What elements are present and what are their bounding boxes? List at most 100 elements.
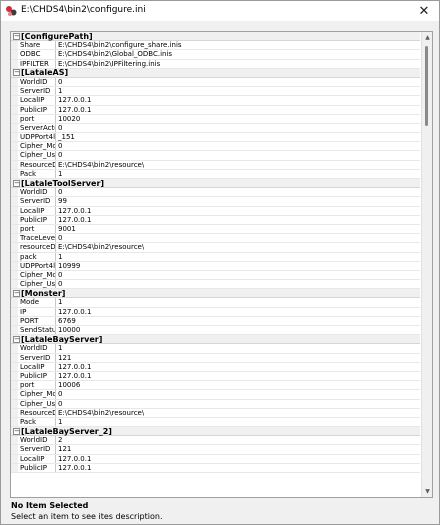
property-row[interactable]: Cipher_Us 0 (11, 280, 420, 290)
collapse-icon[interactable]: − (13, 335, 20, 343)
property-value[interactable]: 0 (56, 188, 62, 196)
property-row[interactable]: port 10006 (11, 381, 420, 391)
property-row[interactable]: IP 127.0.0.1 (11, 307, 420, 317)
property-name[interactable]: ResourceD (18, 160, 56, 169)
property-value[interactable]: 0 (56, 124, 62, 132)
collapse-icon[interactable]: − (13, 179, 20, 187)
property-row[interactable]: Cipher_Mc 0 (11, 270, 420, 281)
property-name[interactable]: ServerActc (18, 123, 56, 133)
property-value[interactable]: 6769 (56, 317, 76, 325)
category-row[interactable]: − [LataleBayServer] (11, 335, 420, 345)
property-name[interactable]: Cipher_Us (18, 280, 56, 289)
property-value[interactable]: 9001 (56, 225, 76, 233)
property-value[interactable]: 0 (56, 280, 62, 288)
property-name[interactable]: Cipher_Mc (18, 142, 56, 151)
property-name[interactable]: Pack (18, 417, 56, 427)
property-row[interactable]: IPFILTER E:\CHDS4\bin2\IPFiltering.inis (11, 59, 420, 69)
property-row[interactable]: ResourceD E:\CHDS4\bin2\resource\ (11, 408, 420, 418)
property-name[interactable]: IPFILTER (18, 59, 56, 68)
property-name[interactable]: IP (18, 307, 56, 316)
collapse-icon[interactable]: − (13, 69, 20, 77)
property-name[interactable]: PublicIP (18, 463, 56, 472)
property-value[interactable]: 0 (56, 271, 62, 279)
property-name[interactable]: LocalIP (18, 206, 56, 215)
property-row[interactable]: LocalIP 127.0.0.1 (11, 454, 420, 464)
property-name[interactable]: Cipher_Mc (18, 270, 56, 280)
property-row[interactable]: PublicIP 127.0.0.1 (11, 105, 420, 115)
property-name[interactable]: ResourceD (18, 408, 56, 417)
property-name[interactable]: Share (18, 41, 56, 50)
property-value[interactable]: E:\CHDS4\bin2\resource\ (56, 243, 144, 251)
property-row[interactable]: PublicIP 127.0.0.1 (11, 463, 420, 473)
property-value[interactable]: E:\CHDS4\bin2\Global_ODBC.inis (56, 50, 172, 58)
property-row[interactable]: ODBC E:\CHDS4\bin2\Global_ODBC.inis (11, 50, 420, 60)
property-name[interactable]: WorldID (18, 436, 56, 445)
property-value[interactable]: 0 (56, 142, 62, 150)
property-name[interactable]: UDPPort4l (18, 261, 56, 270)
property-name[interactable]: PublicIP (18, 371, 56, 381)
property-value[interactable]: 2 (56, 436, 62, 444)
property-name[interactable]: PORT (18, 316, 56, 325)
property-value[interactable]: 1 (56, 344, 62, 352)
property-row[interactable]: Cipher_Us 0 (11, 399, 420, 409)
property-value[interactable]: E:\CHDS4\bin2\resource\ (56, 409, 144, 417)
property-name[interactable]: resourceD (18, 243, 56, 252)
collapse-icon[interactable]: − (13, 32, 20, 40)
property-name[interactable]: WorldID (18, 344, 56, 353)
property-value[interactable]: 1 (56, 418, 62, 426)
property-name[interactable]: WorldID (18, 77, 56, 87)
property-value[interactable]: 127.0.0.1 (56, 96, 91, 104)
title-bar[interactable]: E:\CHDS4\bin2\configure.ini ✕ (1, 1, 439, 21)
property-name[interactable]: ServerID (18, 445, 56, 454)
property-row[interactable]: resourceD E:\CHDS4\bin2\resource\ (11, 243, 420, 253)
property-row[interactable]: WorldID 0 (11, 188, 420, 198)
property-value[interactable]: 127.0.0.1 (56, 308, 91, 316)
property-name[interactable]: UDPPort4l (18, 133, 56, 142)
property-value[interactable]: 121 (56, 445, 71, 453)
property-name[interactable]: TraceLeve (18, 234, 56, 243)
property-row[interactable]: TraceLeve 0 (11, 234, 420, 244)
property-row[interactable]: Cipher_Mc 0 (11, 390, 420, 400)
property-row[interactable]: ServerID 121 (11, 353, 420, 363)
property-name[interactable]: pack (18, 252, 56, 261)
property-row[interactable]: WorldID 1 (11, 344, 420, 354)
property-name[interactable]: port (18, 381, 56, 390)
property-value[interactable]: E:\CHDS4\bin2\IPFiltering.inis (56, 60, 160, 68)
property-row[interactable]: PORT 6769 (11, 316, 420, 326)
property-value[interactable]: 127.0.0.1 (56, 216, 91, 224)
property-value[interactable]: 10020 (56, 115, 80, 123)
property-name[interactable]: Cipher_Us (18, 399, 56, 408)
property-name[interactable]: Cipher_Mc (18, 390, 56, 399)
property-name[interactable]: LocalIP (18, 454, 56, 463)
property-name[interactable]: ServerID (18, 87, 56, 96)
property-value[interactable]: E:\CHDS4\bin2\configure_share.inis (56, 41, 182, 49)
property-row[interactable]: ServerID 1 (11, 87, 420, 97)
property-value[interactable]: 10006 (56, 381, 80, 389)
property-value[interactable]: E:\CHDS4\bin2\resource\ (56, 161, 144, 169)
property-row[interactable]: LocalIP 127.0.0.1 (11, 206, 420, 216)
property-name[interactable]: Cipher_Us (18, 151, 56, 160)
property-name[interactable]: port (18, 114, 56, 123)
property-name[interactable]: LocalIP (18, 362, 56, 371)
property-value[interactable]: 127.0.0.1 (56, 372, 91, 380)
property-name[interactable]: ODBC (18, 50, 56, 59)
property-name[interactable]: ServerID (18, 197, 56, 206)
property-row[interactable]: PublicIP 127.0.0.1 (11, 371, 420, 382)
property-row[interactable]: PublicIP 127.0.0.1 (11, 215, 420, 225)
property-row[interactable]: pack 1 (11, 252, 420, 262)
property-name[interactable]: Pack (18, 169, 56, 178)
property-value[interactable]: 0 (56, 78, 62, 86)
property-name[interactable]: ServerID (18, 353, 56, 362)
property-value[interactable]: 1 (56, 87, 62, 95)
property-row[interactable]: port 9001 (11, 224, 420, 235)
collapse-icon[interactable]: − (13, 289, 20, 297)
property-value[interactable]: 1 (56, 298, 62, 306)
property-name[interactable]: Mode (18, 298, 56, 307)
property-row[interactable]: UDPPort4l 10999 (11, 261, 420, 271)
property-name[interactable]: PublicIP (18, 215, 56, 224)
collapse-icon[interactable]: − (13, 427, 20, 435)
category-row[interactable]: − [LataleBayServer_2] (11, 427, 420, 437)
property-value[interactable]: 1 (56, 253, 62, 261)
property-value[interactable]: 0 (56, 390, 62, 398)
close-button[interactable]: ✕ (409, 1, 439, 21)
